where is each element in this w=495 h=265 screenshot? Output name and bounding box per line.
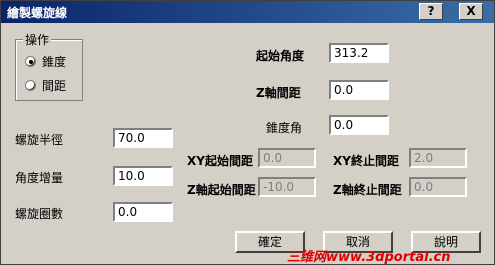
radius-field[interactable] <box>113 128 173 148</box>
radio-taper[interactable]: 錐度 <box>25 53 66 70</box>
start-angle-field[interactable] <box>329 43 389 63</box>
z-pitch-label: Z軸間距 <box>256 86 301 100</box>
radius-label: 螺旋半徑 <box>15 133 64 147</box>
turns-field[interactable] <box>113 202 173 222</box>
xy-end-pitch-field[interactable] <box>409 148 467 168</box>
radio-pitch-label: 間距 <box>42 79 67 93</box>
window-title: 繪製螺旋線 <box>7 6 68 20</box>
xy-start-pitch-label: XY起始間距 <box>187 154 253 168</box>
z-end-pitch-field[interactable] <box>409 177 467 197</box>
radio-taper-label: 錐度 <box>42 55 67 69</box>
helix-dialog: 繪製螺旋線 ? X 操作 錐度 間距 起始角度 Z軸間距 錐度角 螺旋半徑 角度… <box>0 0 495 265</box>
z-start-pitch-field[interactable] <box>258 177 316 197</box>
taper-angle-field[interactable] <box>329 115 389 135</box>
xy-end-pitch-label: XY終止間距 <box>333 154 399 168</box>
radio-unselected-icon <box>25 80 36 91</box>
turns-label: 螺旋圈數 <box>15 207 64 221</box>
taper-angle-label: 錐度角 <box>266 121 303 135</box>
radio-pitch[interactable]: 間距 <box>25 77 66 94</box>
radio-selected-icon <box>25 56 36 67</box>
z-end-pitch-label: Z軸終止間距 <box>333 183 402 197</box>
xy-start-pitch-field[interactable] <box>258 148 316 168</box>
z-pitch-field[interactable] <box>329 80 389 100</box>
help-title-button[interactable]: ? <box>419 3 443 20</box>
close-button[interactable]: X <box>459 3 483 20</box>
mode-group-label: 操作 <box>23 31 52 48</box>
start-angle-label: 起始角度 <box>256 49 305 63</box>
title-bar[interactable]: 繪製螺旋線 ? X <box>1 1 494 23</box>
z-start-pitch-label: Z軸起始間距 <box>187 183 256 197</box>
angle-increment-field[interactable] <box>113 166 173 186</box>
watermark: 三维网www.3dportal.cn <box>287 250 451 265</box>
angle-increment-label: 角度增量 <box>15 171 64 185</box>
